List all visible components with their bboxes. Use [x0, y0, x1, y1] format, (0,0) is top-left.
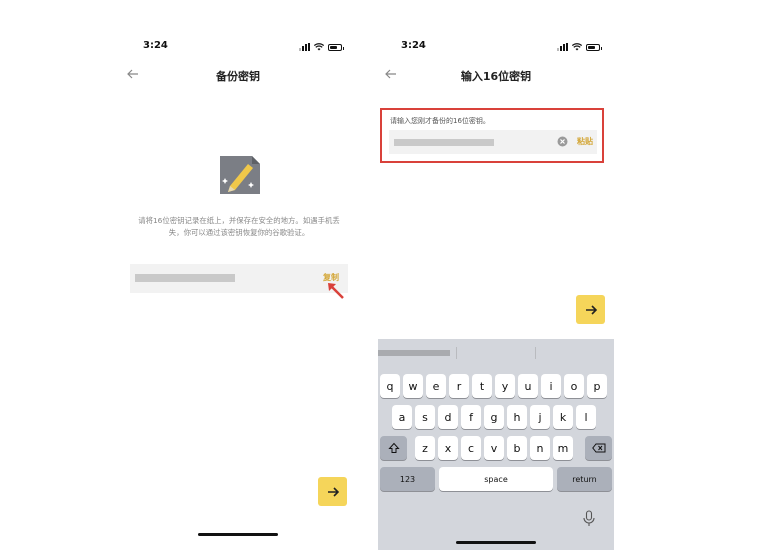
next-button[interactable] — [576, 295, 605, 324]
wifi-icon — [572, 43, 582, 51]
return-key[interactable]: return — [557, 467, 612, 491]
clear-icon[interactable] — [557, 136, 568, 147]
key-b[interactable]: b — [507, 436, 527, 460]
nav-bar: 备份密钥 — [120, 64, 356, 86]
key-input[interactable]: 粘贴 — [389, 130, 597, 154]
battery-icon — [328, 43, 344, 51]
signal-icon — [557, 43, 568, 51]
key-g[interactable]: g — [484, 405, 504, 429]
key-t[interactable]: t — [472, 374, 492, 398]
secret-key-masked — [135, 274, 235, 282]
key-f[interactable]: f — [461, 405, 481, 429]
signal-icon — [299, 43, 310, 51]
status-time: 3:24 — [143, 40, 168, 51]
key-w[interactable]: w — [403, 374, 423, 398]
key-p[interactable]: p — [587, 374, 607, 398]
status-bar: 3:24 — [120, 40, 356, 56]
shift-icon — [387, 442, 400, 453]
arrow-right-icon — [585, 304, 597, 315]
delete-key[interactable] — [585, 436, 612, 460]
key-d[interactable]: d — [438, 405, 458, 429]
numbers-key[interactable]: 123 — [380, 467, 435, 491]
key-c[interactable]: c — [461, 436, 481, 460]
status-time: 3:24 — [401, 40, 426, 51]
key-input-masked-value — [394, 139, 494, 146]
key-q[interactable]: q — [380, 374, 400, 398]
suggestion-bar — [378, 339, 614, 367]
key-k[interactable]: k — [553, 405, 573, 429]
page-title: 输入16位密钥 — [460, 70, 532, 83]
key-s[interactable]: s — [415, 405, 435, 429]
secret-key-box: 复制 — [130, 264, 348, 293]
microphone-icon[interactable] — [582, 510, 596, 528]
paste-button[interactable]: 粘贴 — [577, 136, 593, 147]
suggestion-masked[interactable] — [378, 350, 450, 356]
key-e[interactable]: e — [426, 374, 446, 398]
enter-key-screen: 3:24 输入16位密钥 请输入您刚才备份的16位密钥。 粘贴 q w e r … — [378, 30, 614, 550]
backup-tip-text: 请将16位密钥记录在纸上，并保存在安全的地方。如遇手机丢失，你可以通过该密钥恢复… — [138, 216, 340, 237]
wifi-icon — [314, 43, 324, 51]
battery-icon — [586, 43, 602, 51]
keyboard: q w e r t y u i o p a s d f g h j k l z … — [378, 339, 614, 550]
key-l[interactable]: l — [576, 405, 596, 429]
home-indicator — [198, 533, 278, 536]
space-key[interactable]: space — [439, 467, 553, 491]
next-button[interactable] — [318, 477, 347, 506]
home-indicator — [456, 541, 536, 544]
document-pencil-icon — [220, 156, 260, 194]
status-icons — [299, 43, 344, 51]
nav-bar: 输入16位密钥 — [378, 64, 614, 86]
red-pointer-arrow-icon — [328, 283, 344, 299]
key-input-highlight: 请输入您刚才备份的16位密钥。 粘贴 — [380, 108, 604, 163]
key-o[interactable]: o — [564, 374, 584, 398]
key-x[interactable]: x — [438, 436, 458, 460]
key-h[interactable]: h — [507, 405, 527, 429]
key-u[interactable]: u — [518, 374, 538, 398]
arrow-right-icon — [327, 486, 339, 497]
key-input-label: 请输入您刚才备份的16位密钥。 — [390, 117, 490, 125]
key-m[interactable]: m — [553, 436, 573, 460]
key-a[interactable]: a — [392, 405, 412, 429]
backspace-icon — [591, 443, 605, 453]
key-j[interactable]: j — [530, 405, 550, 429]
key-n[interactable]: n — [530, 436, 550, 460]
status-icons — [557, 43, 602, 51]
key-i[interactable]: i — [541, 374, 561, 398]
key-y[interactable]: y — [495, 374, 515, 398]
status-bar: 3:24 — [378, 40, 614, 56]
key-v[interactable]: v — [484, 436, 504, 460]
backup-key-screen: 3:24 备份密钥 请将16位密钥记录在纸上，并保存在安全的地方。如遇手机丢失，… — [120, 30, 356, 550]
page-title: 备份密钥 — [216, 70, 260, 83]
key-z[interactable]: z — [415, 436, 435, 460]
shift-key[interactable] — [380, 436, 407, 460]
key-r[interactable]: r — [449, 374, 469, 398]
